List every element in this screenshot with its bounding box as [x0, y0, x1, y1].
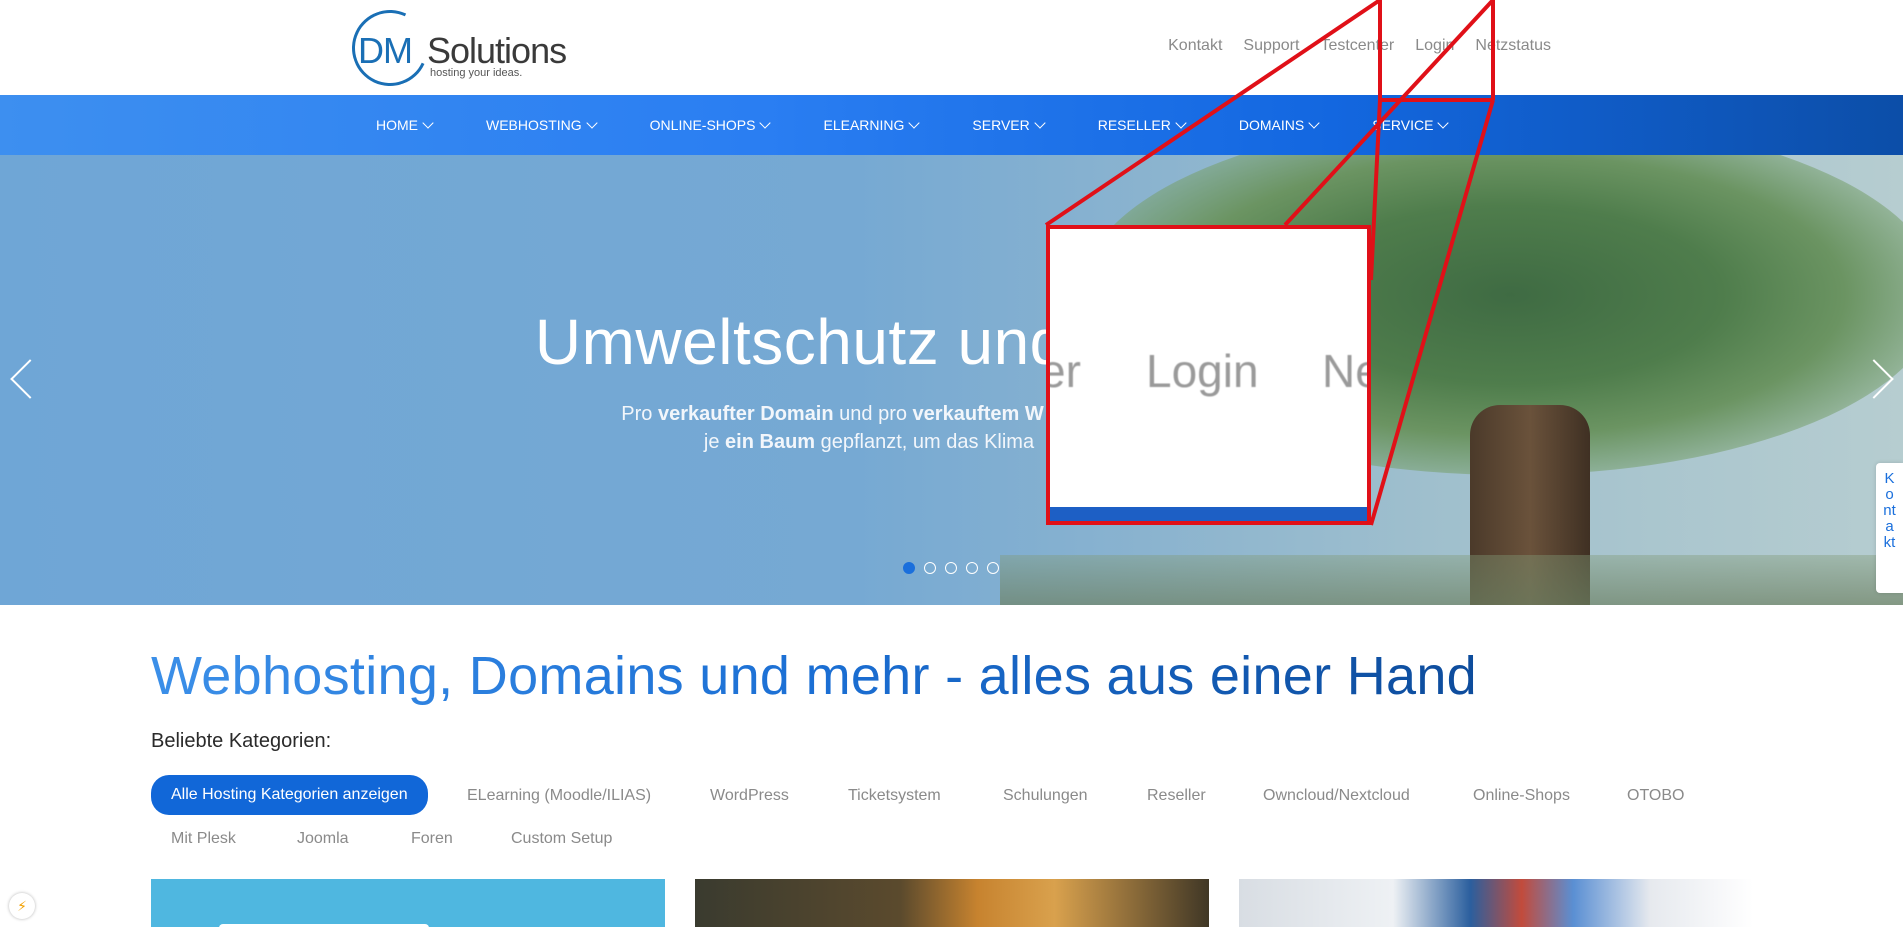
- top-nav-support[interactable]: Support: [1243, 37, 1299, 55]
- hero-title: Umweltschutz und g: [0, 305, 1903, 379]
- category-custom-setup[interactable]: Custom Setup: [511, 830, 612, 848]
- category-mit-plesk[interactable]: Mit Plesk: [171, 830, 236, 848]
- chevron-down-icon: [759, 117, 772, 129]
- top-nav-netzstatus[interactable]: Netzstatus: [1475, 37, 1551, 55]
- nav-item-label: ELEARNING: [823, 117, 905, 133]
- logo-dm-text: DM: [358, 30, 413, 71]
- side-kontakt-tab[interactable]: Kontakt: [1876, 463, 1903, 593]
- nav-item-webhosting[interactable]: WEBHOSTING: [486, 117, 598, 133]
- hero-sub-text: und pro: [833, 403, 913, 425]
- category-reseller[interactable]: Reseller: [1147, 787, 1206, 805]
- nav-item-home[interactable]: HOME: [376, 117, 434, 133]
- nav-item-label: ONLINE-SHOPS: [649, 117, 756, 133]
- category-all[interactable]: Alle Hosting Kategorien anzeigen: [151, 775, 428, 815]
- chevron-down-icon: [908, 117, 921, 129]
- dm-solutions-logo[interactable]: DM Solutions hosting your ideas.: [341, 0, 577, 97]
- zoom-text-left: er: [1050, 345, 1081, 397]
- hero-sub-bold: ein Baum: [725, 431, 816, 453]
- zoom-text: er Login Ne: [1050, 344, 1367, 397]
- nav-item-service[interactable]: SERVICE: [1372, 117, 1450, 133]
- category-ticketsystem[interactable]: Ticketsystem: [848, 787, 941, 805]
- chevron-down-icon: [1437, 117, 1450, 129]
- nav-item-server[interactable]: SERVER: [972, 117, 1046, 133]
- top-nav-kontakt[interactable]: Kontakt: [1168, 37, 1222, 55]
- product-card[interactable]: [695, 879, 1209, 927]
- category-online-shops[interactable]: Online-Shops: [1473, 787, 1570, 805]
- nav-item-label: HOME: [376, 117, 418, 133]
- nav-item-label: SERVICE: [1372, 117, 1434, 133]
- zoom-text-right: Ne: [1322, 345, 1367, 397]
- slider-dots: [903, 562, 999, 574]
- categories-label: Beliebte Kategorien:: [151, 730, 332, 752]
- category-schulungen[interactable]: Schulungen: [1003, 787, 1088, 805]
- slider-dot-1[interactable]: [903, 562, 915, 574]
- nav-item-label: RESELLER: [1097, 117, 1171, 133]
- hero-subtitle: Pro verkaufter Domain und pro verkauftem…: [0, 400, 1903, 456]
- category-joomla[interactable]: Joomla: [297, 830, 349, 848]
- chevron-down-icon: [586, 117, 598, 129]
- nav-item-label: DOMAINS: [1238, 117, 1305, 133]
- product-cards: [151, 879, 1754, 927]
- hero-sub-bold: verkauftem W: [912, 403, 1044, 425]
- top-nav-testcenter[interactable]: Testcenter: [1320, 37, 1394, 55]
- logo-solutions-text: Solutions: [427, 30, 567, 71]
- page-headline: Webhosting, Domains und mehr - alles aus…: [151, 646, 1477, 706]
- category-foren[interactable]: Foren: [411, 830, 453, 848]
- main-navigation: HOME WEBHOSTING ONLINE-SHOPS ELEARNING S…: [0, 95, 1903, 155]
- category-owncloud[interactable]: Owncloud/Nextcloud: [1263, 787, 1410, 805]
- hero-slider: Umweltschutz und g Pro verkaufter Domain…: [0, 155, 1903, 605]
- product-card[interactable]: [151, 879, 665, 927]
- chevron-down-icon: [1308, 117, 1320, 129]
- category-elearning[interactable]: ELearning (Moodle/ILIAS): [467, 787, 651, 805]
- slider-dot-4[interactable]: [966, 562, 978, 574]
- nav-item-label: SERVER: [972, 117, 1030, 133]
- nav-item-label: WEBHOSTING: [486, 117, 582, 133]
- lightning-bolt-icon[interactable]: ⚡: [9, 893, 35, 919]
- product-card[interactable]: [1239, 879, 1753, 927]
- nav-item-domains[interactable]: DOMAINS: [1238, 117, 1320, 133]
- zoom-nav-bar: [1050, 507, 1367, 521]
- chevron-down-icon: [1175, 117, 1187, 129]
- category-wordpress[interactable]: WordPress: [710, 787, 789, 805]
- slider-dot-2[interactable]: [924, 562, 936, 574]
- hero-sub-text: Pro: [621, 403, 658, 425]
- top-navigation: Kontakt Support Testcenter Login Netzsta…: [1168, 37, 1551, 55]
- category-otobo[interactable]: OTOBO: [1627, 787, 1685, 805]
- top-bar: DM Solutions hosting your ideas. Kontakt…: [0, 0, 1903, 97]
- zoom-magnifier-box: er Login Ne: [1046, 225, 1371, 525]
- slider-dot-5[interactable]: [987, 562, 999, 574]
- logo-tagline: hosting your ideas.: [430, 67, 523, 79]
- hero-title-text: Umweltschutz und: [534, 306, 1066, 378]
- zoom-text-login: Login: [1146, 345, 1259, 397]
- hero-sub-text: je: [703, 431, 726, 453]
- nav-item-elearning[interactable]: ELEARNING: [823, 117, 921, 133]
- slider-dot-3[interactable]: [945, 562, 957, 574]
- hero-sub-bold: verkaufter Domain: [657, 403, 834, 425]
- hero-sub-text: gepflanzt, um das Klima: [815, 431, 1035, 453]
- top-nav-login[interactable]: Login: [1415, 37, 1454, 55]
- chevron-down-icon: [1034, 117, 1046, 129]
- nav-item-online-shops[interactable]: ONLINE-SHOPS: [649, 117, 772, 133]
- hero-ground: [1000, 555, 1903, 605]
- nav-item-reseller[interactable]: RESELLER: [1097, 117, 1187, 133]
- chevron-down-icon: [422, 117, 434, 129]
